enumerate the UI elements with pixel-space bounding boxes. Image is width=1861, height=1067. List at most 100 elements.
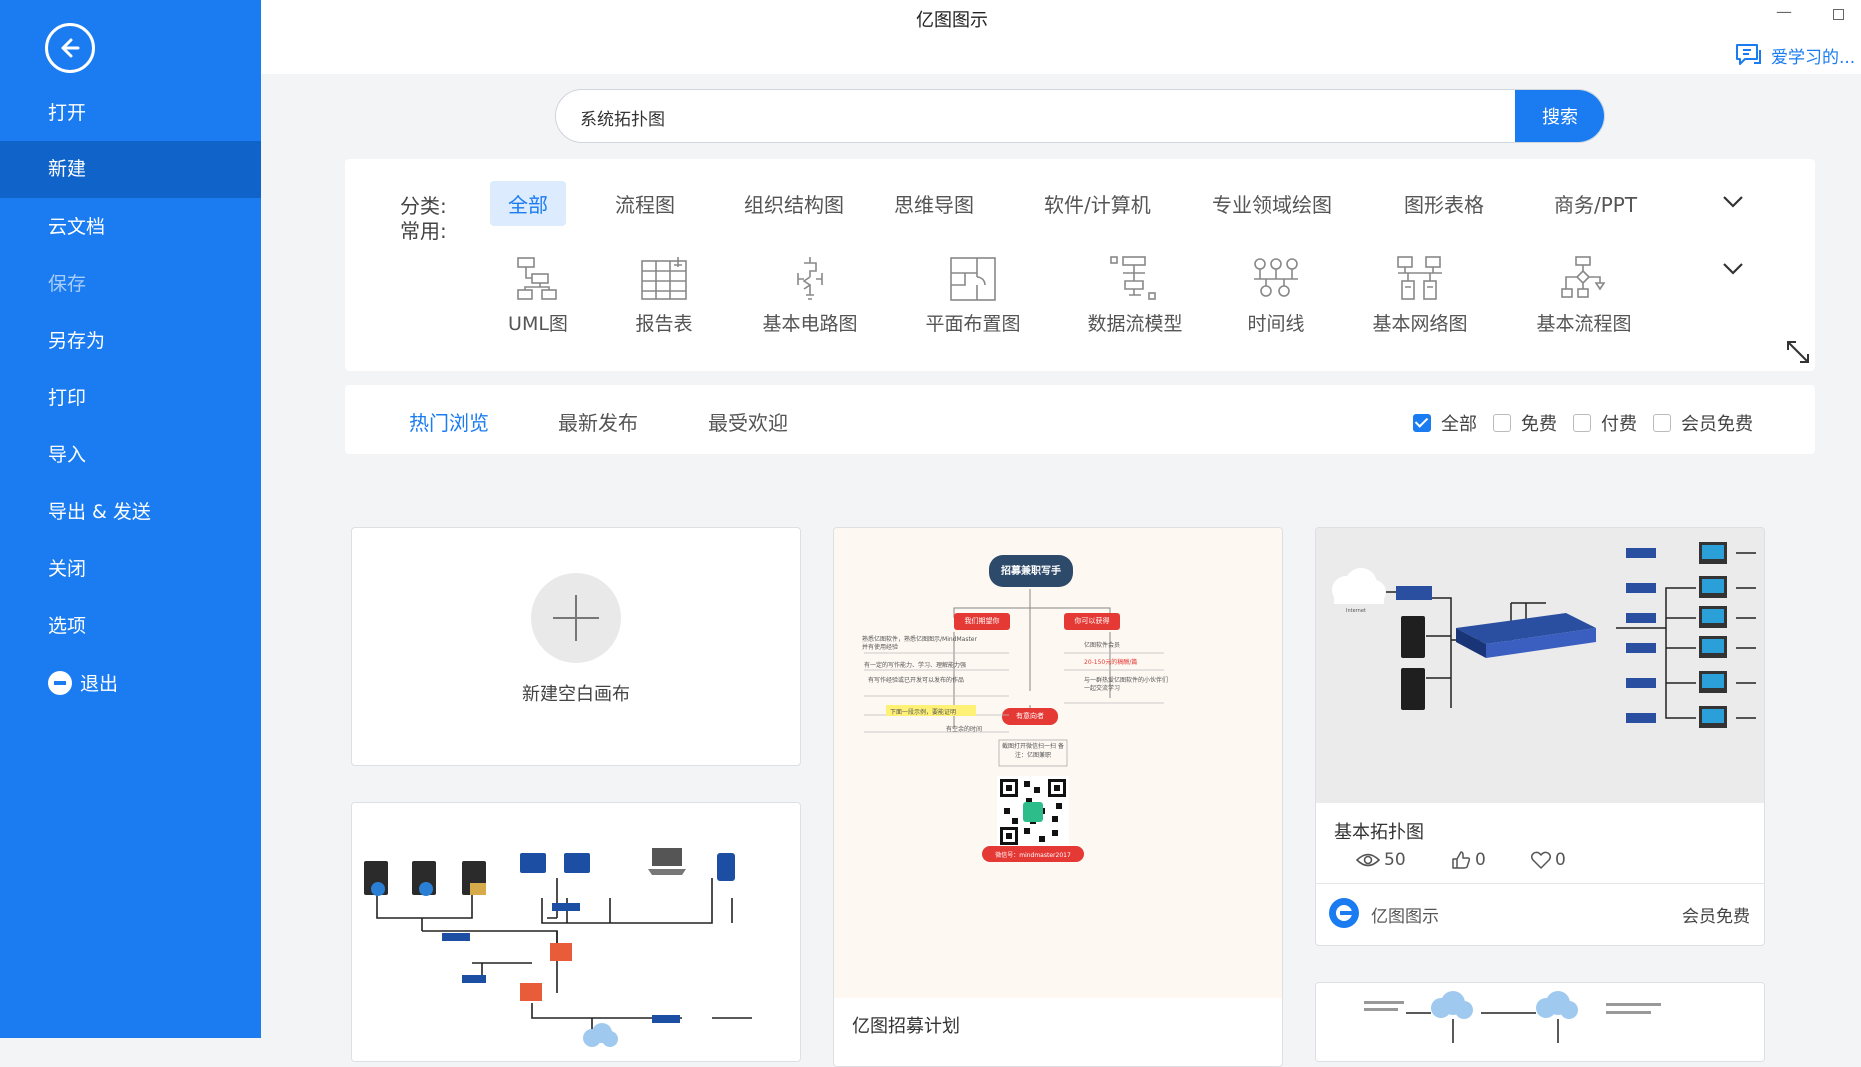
template-card-topology[interactable]: Internet 基本拓扑图 50 0 0 亿图图示 会员免费 (1315, 527, 1765, 946)
category-business-ppt[interactable]: 商务/PPT (1536, 181, 1655, 226)
timeline-icon (1254, 258, 1298, 297)
sidebar-item-label: 另存为 (48, 330, 106, 352)
preview-right-line: 与一群热爱亿图软件的小伙伴们一起交流学习 (1084, 677, 1169, 692)
sidebar-item-exit[interactable]: 退出 (0, 656, 261, 713)
arrow-left-icon (61, 38, 80, 58)
filter-member-free[interactable]: 会员免费 (1653, 410, 1753, 436)
sidebar-item-label: 云文档 (48, 216, 106, 238)
filter-all[interactable]: 全部 (1413, 410, 1477, 436)
likes-count: 0 (1475, 850, 1486, 870)
tab-most-liked[interactable]: 最受欢迎 (708, 407, 788, 436)
template-title: 基本拓扑图 (1334, 822, 1424, 843)
category-panel: 分类: 全部 流程图 组织结构图 思维导图 软件/计算机 专业领域绘图 图形表格… (345, 159, 1815, 371)
filter-paid[interactable]: 付费 (1573, 410, 1637, 436)
quick-network[interactable]: 基本网络图 (1345, 255, 1495, 336)
preview-footer: 微信号：mindmaster2017 (995, 852, 1071, 859)
checkbox[interactable] (1573, 414, 1591, 432)
quick-report[interactable]: 报告表 (589, 255, 739, 336)
template-card[interactable] (351, 802, 801, 1062)
sidebar-item-import[interactable]: 导入 (0, 427, 261, 484)
quick-dataflow[interactable]: 数据流模型 (1060, 255, 1210, 336)
preview-left-tag: 我们期望你 (964, 617, 1000, 625)
uml-icon (517, 257, 557, 300)
sidebar-item-save-as[interactable]: 另存为 (0, 313, 261, 370)
filter-label: 付费 (1601, 414, 1637, 435)
quick-circuit[interactable]: 基本电路图 (735, 255, 885, 336)
quick-label: 报告表 (635, 313, 693, 335)
maximize-button[interactable] (1833, 9, 1844, 20)
price-badge: 会员免费 (1682, 907, 1750, 927)
template-thumbnail (1316, 983, 1764, 1061)
template-thumbnail: 招募兼职写手 我们期望你 你可以获得 熟悉亿图软件，熟悉亿图图示/MindMas… (834, 528, 1282, 998)
preview-contact-tag: 有意向者 (1016, 712, 1044, 720)
sidebar-item-print[interactable]: 打印 (0, 370, 261, 427)
category-mind-map[interactable]: 思维导图 (876, 181, 992, 226)
template-thumbnail: Internet (1316, 528, 1764, 803)
filter-label: 免费 (1521, 414, 1557, 435)
new-blank-canvas-card[interactable]: 新建空白画布 (351, 527, 801, 766)
user-account[interactable]: 爱学习的... (1735, 42, 1855, 68)
chevron-down-icon[interactable] (1722, 195, 1744, 209)
sort-bar: 热门浏览 最新发布 最受欢迎 全部 免费 付费 会员免费 (345, 385, 1815, 454)
quick-label: 数据流模型 (1087, 313, 1183, 335)
category-graphic-table[interactable]: 图形表格 (1386, 181, 1502, 226)
tab-newest[interactable]: 最新发布 (558, 407, 638, 436)
minimize-button[interactable]: — (1776, 2, 1792, 21)
title-bar: 亿图图示 — 爱学习的... (261, 0, 1861, 74)
quick-label: 时间线 (1247, 313, 1305, 335)
sidebar-item-label: 退出 (80, 673, 119, 695)
sidebar-item-close[interactable]: 关闭 (0, 541, 261, 598)
preview-header: 招募兼职写手 (1001, 566, 1061, 577)
preview-left-line: 有写作经验或已开发可以发布的作品 (868, 677, 965, 684)
author-name[interactable]: 亿图图示 (1371, 902, 1439, 927)
plus-icon (531, 573, 621, 663)
likes-stat[interactable]: 0 (1451, 850, 1486, 870)
checkbox[interactable] (1653, 414, 1671, 432)
chevron-down-icon[interactable] (1722, 262, 1744, 276)
thumbs-up-icon (1452, 851, 1471, 869)
sidebar-item-open[interactable]: 打开 (0, 85, 261, 142)
sidebar-item-label: 导入 (48, 444, 87, 466)
sidebar-item-label: 关闭 (48, 558, 87, 580)
checkbox[interactable] (1493, 414, 1511, 432)
network-icon (1397, 256, 1442, 300)
category-software[interactable]: 软件/计算机 (1026, 181, 1169, 226)
sidebar-item-cloud-docs[interactable]: 云文档 (0, 199, 261, 256)
category-flowchart[interactable]: 流程图 (597, 181, 693, 226)
author-avatar-icon (1329, 898, 1359, 928)
template-card[interactable] (1315, 982, 1765, 1062)
sidebar-item-new[interactable]: 新建 (0, 141, 261, 198)
category-professional[interactable]: 专业领域绘图 (1194, 181, 1350, 226)
sidebar-item-label: 打开 (48, 102, 87, 124)
category-org-chart[interactable]: 组织结构图 (726, 181, 862, 226)
preview-right-line: 20-150元的稿酬/篇 (1084, 659, 1138, 666)
sidebar-item-label: 选项 (48, 615, 87, 637)
sidebar-item-options[interactable]: 选项 (0, 598, 261, 655)
checkbox-checked[interactable] (1413, 414, 1431, 432)
sidebar-item-label: 保存 (48, 273, 87, 295)
template-title: 亿图招募计划 (852, 1016, 960, 1037)
favorites-stat[interactable]: 0 (1531, 850, 1566, 870)
template-card-recruit[interactable]: 招募兼职写手 我们期望你 你可以获得 熟悉亿图软件，熟悉亿图图示/MindMas… (833, 527, 1283, 1067)
sidebar-item-label: 导出 & 发送 (48, 501, 151, 523)
sidebar-item-export-send[interactable]: 导出 & 发送 (0, 484, 261, 541)
search-input[interactable] (578, 90, 1362, 142)
flowchart-icon (1561, 256, 1606, 298)
quick-flowchart[interactable]: 基本流程图 (1509, 255, 1659, 336)
quick-timeline[interactable]: 时间线 (1201, 255, 1351, 336)
expand-icon[interactable] (1785, 339, 1811, 365)
quick-label: 基本流程图 (1536, 313, 1632, 335)
quick-label: 基本网络图 (1372, 313, 1468, 335)
filter-free[interactable]: 免费 (1493, 410, 1557, 436)
eye-icon (1356, 853, 1380, 867)
preview-right-tag: 你可以获得 (1074, 617, 1110, 625)
tab-hot[interactable]: 热门浏览 (409, 407, 489, 436)
dataflow-icon (1110, 256, 1156, 300)
quick-floorplan[interactable]: 平面布置图 (898, 255, 1048, 336)
sidebar-item-label: 打印 (48, 387, 87, 409)
back-button[interactable] (45, 23, 95, 73)
search-button[interactable]: 搜索 (1515, 90, 1604, 142)
floorplan-icon (950, 257, 996, 301)
filter-label: 全部 (1441, 414, 1477, 435)
category-all[interactable]: 全部 (490, 181, 566, 226)
